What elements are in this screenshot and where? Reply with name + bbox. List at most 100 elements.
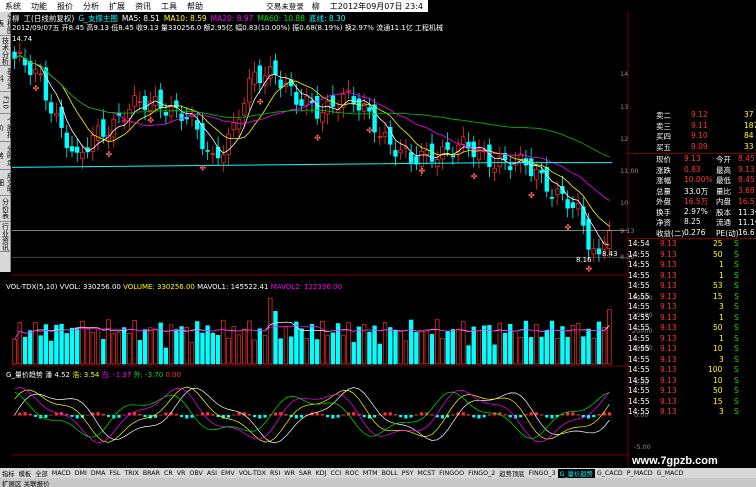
indicator-tab-16[interactable]: WR xyxy=(282,470,297,477)
indicator-tab-25[interactable]: FINGOO xyxy=(437,470,466,477)
indicator-tab-4[interactable]: DMI xyxy=(73,470,89,477)
candle-body xyxy=(586,218,591,250)
indicator-tab-18[interactable]: KDJ xyxy=(314,470,329,477)
ind-bar xyxy=(211,413,215,416)
indicator-tab-13[interactable]: EMV xyxy=(219,470,237,477)
volume-bar xyxy=(174,329,179,365)
indicator-tab-12[interactable]: ASI xyxy=(205,470,219,477)
indicator-tab-9[interactable]: CR xyxy=(162,470,175,477)
tick-row: 14:55 9.13 1 S xyxy=(616,260,756,271)
volume-bar xyxy=(127,333,132,365)
ind-bar xyxy=(440,415,444,419)
indicator-tab-32[interactable]: G_MACD xyxy=(655,470,686,477)
depth-label: 买五 xyxy=(656,142,671,152)
ind-bar xyxy=(320,414,324,416)
indicator-tab-14[interactable]: VOL-TDX xyxy=(237,470,268,477)
ind-bar xyxy=(86,414,90,416)
stat-label: 涨幅 xyxy=(656,176,671,185)
candle-body xyxy=(241,102,247,116)
depth-label: 卖二 xyxy=(656,111,671,120)
low-mark: 8.16 xyxy=(576,256,592,264)
indicator-tab-29[interactable]: G_量价趋势 xyxy=(557,468,595,478)
candle-body xyxy=(304,95,309,106)
indicator-tab-30[interactable]: G_CACD xyxy=(595,470,625,477)
indicator-tab-20[interactable]: ROC xyxy=(343,470,361,477)
candle-body xyxy=(48,102,54,114)
ind-bar xyxy=(336,415,340,418)
depth-price: 9.09 xyxy=(691,141,708,151)
ind-bar xyxy=(472,415,476,418)
volume-bar xyxy=(320,320,325,365)
ind-bar xyxy=(138,413,142,416)
indicator-tab-8[interactable]: BRAR xyxy=(141,470,162,477)
ma-line-5 xyxy=(14,54,610,246)
volume-bar xyxy=(398,330,403,365)
indicator-tab-22[interactable]: BOLL xyxy=(380,470,400,477)
candle-body xyxy=(236,118,242,130)
ind-bar xyxy=(300,415,304,418)
ind-bar xyxy=(482,415,486,418)
volume-bar xyxy=(278,338,283,365)
candle-body xyxy=(132,95,137,107)
stat-label: 总量 xyxy=(656,186,671,196)
indicator-tab-21[interactable]: MTM xyxy=(361,470,380,477)
indicator-tab-26[interactable]: FINGO_2 xyxy=(466,470,497,477)
volume-bar xyxy=(215,335,221,365)
tick-time: 14:55 xyxy=(628,312,650,322)
candle-body xyxy=(205,149,210,152)
indicator-tab-15[interactable]: RSI xyxy=(268,470,282,477)
indicator-tab-28[interactable]: FINGO_3 xyxy=(526,470,557,477)
indicator-tab-24[interactable]: MCST xyxy=(415,470,437,477)
tick-row: 14:54 9.13 25 S xyxy=(616,239,756,250)
tick-row: 14:55 9.13 100 S xyxy=(616,365,756,376)
candle-body xyxy=(231,122,236,130)
tick-side: S xyxy=(734,354,739,364)
ind-bar xyxy=(117,415,121,418)
indicator-tab-31[interactable]: P_MACD xyxy=(625,470,655,477)
candle-body xyxy=(288,79,294,87)
depth-price: 9.10 xyxy=(691,131,708,140)
volume-bar xyxy=(315,339,320,365)
indicator-tab-19[interactable]: CCI xyxy=(328,470,343,477)
candle-body xyxy=(195,120,200,130)
stat-value: 33.0万 xyxy=(684,186,709,196)
candle-body xyxy=(528,158,534,177)
indicator-tab-6[interactable]: FSL xyxy=(107,470,122,477)
volume-bar xyxy=(12,338,17,365)
ind-bar xyxy=(33,415,38,417)
stat-label: 换手 xyxy=(656,207,671,217)
stat-label: 流通 xyxy=(716,218,731,227)
volume-bar xyxy=(268,297,273,365)
volume-bar xyxy=(414,331,419,365)
tick-vol: 100 xyxy=(708,365,723,374)
stat-value: 9.13 xyxy=(738,164,755,174)
buy-marker: ✤ xyxy=(32,84,39,93)
candle-body xyxy=(315,95,320,119)
tick-row: 14:55 9.13 50 S xyxy=(616,250,756,261)
indicator-tab-3[interactable]: MACD xyxy=(50,470,73,477)
tick-time: 14:55 xyxy=(628,302,650,311)
ma-line-10 xyxy=(14,54,610,227)
volume-bar xyxy=(121,327,127,365)
indicator-tab-5[interactable]: DMA xyxy=(89,470,108,477)
tick-price: 9.13 xyxy=(660,323,677,332)
ind-bar xyxy=(607,412,611,416)
indicator-tab-17[interactable]: SAR xyxy=(297,470,314,477)
ind-bar xyxy=(294,415,298,419)
candle-body xyxy=(393,150,398,157)
buy-marker: ✤ xyxy=(366,126,373,135)
indicator-tab-11[interactable]: OBV xyxy=(187,470,204,477)
indicator-pane xyxy=(12,386,612,444)
indicator-tab-2[interactable]: 全部 xyxy=(33,469,50,478)
indicator-tab-7[interactable]: TRIX xyxy=(122,470,140,477)
indicator-tab-27[interactable]: 趋势顶底 xyxy=(497,469,526,478)
ind-bar xyxy=(263,415,267,418)
depth-row: 卖二 9.12 37 xyxy=(616,110,756,121)
stat-value: 0.276 xyxy=(684,227,706,237)
candle-body xyxy=(419,151,424,167)
indicator-tab-10[interactable]: VR xyxy=(175,470,188,477)
indicator-tab-0[interactable]: 指标 xyxy=(0,469,17,478)
candle-body xyxy=(33,68,38,74)
indicator-tab-23[interactable]: PSY xyxy=(400,470,416,477)
indicator-tab-1[interactable]: 模板 xyxy=(17,469,34,478)
